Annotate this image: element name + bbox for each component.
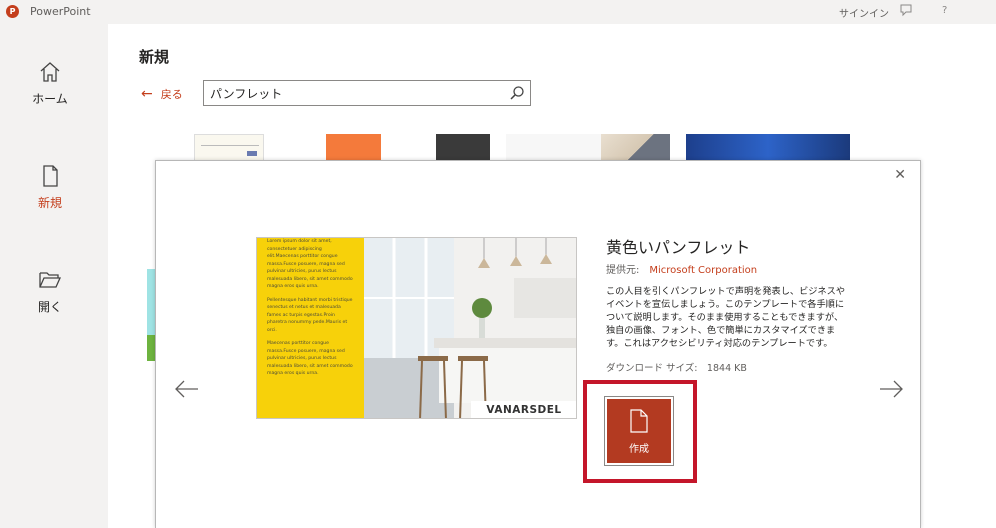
provider-line: 提供元: Microsoft Corporation xyxy=(606,261,757,276)
feedback-icon[interactable] xyxy=(899,3,913,20)
page-title: 新規 xyxy=(139,48,170,66)
left-navigation: ホーム 新規 開く xyxy=(0,24,108,528)
template-thumbnail[interactable] xyxy=(147,269,155,361)
preview-paragraph: Lorem ipsum dolor sit amet, consectetuer… xyxy=(267,239,353,289)
next-arrow-icon[interactable] xyxy=(878,379,904,405)
provider-label: 提供元: xyxy=(606,265,640,276)
template-thumbnail[interactable] xyxy=(326,134,490,161)
nav-new[interactable]: 新規 xyxy=(0,164,100,211)
sign-in-link[interactable]: サインイン xyxy=(839,5,889,20)
powerpoint-logo-icon: P xyxy=(6,5,19,18)
brochure-text-panel: Lorem ipsum dolor sit amet, consectetuer… xyxy=(257,238,364,418)
template-thumbnail[interactable] xyxy=(686,134,850,161)
nav-home-label: ホーム xyxy=(32,92,68,106)
create-button[interactable]: 作成 xyxy=(604,396,674,466)
app-title: PowerPoint xyxy=(30,5,91,18)
close-icon[interactable]: ✕ xyxy=(894,167,906,183)
search-input[interactable] xyxy=(204,81,494,105)
search-icon[interactable] xyxy=(509,85,525,101)
back-label: 戻る xyxy=(160,88,183,101)
new-document-icon xyxy=(43,165,58,187)
create-label: 作成 xyxy=(629,444,649,455)
template-thumbnail[interactable] xyxy=(506,134,670,161)
template-title: 黄色いパンフレット xyxy=(606,238,751,257)
title-bar: P PowerPoint サインイン ? xyxy=(0,0,996,24)
download-size: ダウンロード サイズ: 1844 KB xyxy=(606,363,747,374)
search-box[interactable] xyxy=(203,80,531,106)
nav-open-label: 開く xyxy=(37,300,62,314)
kitchen-photo xyxy=(364,238,576,418)
template-detail-dialog: ✕ Lorem ipsum dolor sit amet, consectetu… xyxy=(155,160,921,528)
help-icon[interactable]: ? xyxy=(942,5,947,16)
nav-open[interactable]: 開く xyxy=(0,268,100,315)
template-description: この人目を引くパンフレットで声明を発表し、ビジネスやイベントを宣伝しましょう。こ… xyxy=(606,286,846,349)
preview-paragraph: Maecenas porttitor congue massa.Fusce po… xyxy=(267,341,353,376)
nav-new-label: 新規 xyxy=(37,196,62,210)
arrow-left-icon: ← xyxy=(141,86,153,102)
template-preview-image: Lorem ipsum dolor sit amet, consectetuer… xyxy=(256,237,577,419)
brochure-brand: VANARSDEL xyxy=(471,401,576,418)
document-icon xyxy=(630,409,648,433)
nav-home[interactable]: ホーム xyxy=(0,60,100,107)
provider-link[interactable]: Microsoft Corporation xyxy=(649,265,757,276)
back-button[interactable]: ← 戻る xyxy=(141,86,183,102)
previous-arrow-icon[interactable] xyxy=(174,379,200,405)
template-thumbnail[interactable] xyxy=(194,134,264,161)
home-icon xyxy=(40,62,60,82)
preview-paragraph: Pellentesque habitant morbi tristique se… xyxy=(267,297,353,333)
folder-open-icon xyxy=(39,272,62,288)
